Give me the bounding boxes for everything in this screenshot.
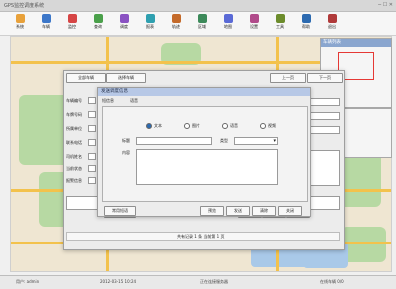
toolbar-label: 查询	[94, 24, 102, 29]
toolbar-button-6[interactable]: 轨迹	[164, 14, 188, 34]
map-icon	[223, 14, 233, 23]
toolbar-button-10[interactable]: 工具	[268, 14, 292, 34]
row-label: 联系电话	[66, 140, 82, 145]
title-label: 标题	[122, 138, 130, 143]
top-btn-select[interactable]: 选择车辆	[106, 73, 146, 83]
settings-icon	[249, 14, 259, 23]
toolbar-button-5[interactable]: 报表	[138, 14, 162, 34]
tab-sms[interactable]: 短信息	[102, 98, 114, 104]
type-label: 类型	[220, 138, 228, 143]
row-field[interactable]	[88, 177, 96, 184]
content-label: 内容	[122, 150, 130, 155]
radio-option[interactable]: 图片	[184, 123, 200, 129]
row-label: 当前状态	[66, 166, 82, 171]
system-icon	[15, 14, 25, 23]
toolbar-button-3[interactable]: 查询	[86, 14, 110, 34]
title-bar: GPS监控调度系统 ─ ☐ ✕	[0, 0, 396, 12]
report-icon	[145, 14, 155, 23]
message-dialog-title: 发送调度信息	[98, 88, 310, 96]
toolbar-label: 地图	[224, 24, 232, 29]
row-label: 车辆编号	[66, 98, 82, 103]
window-controls[interactable]: ─ ☐ ✕	[378, 2, 393, 8]
row-field[interactable]	[88, 165, 96, 172]
row-field[interactable]	[88, 153, 96, 160]
footer-text: 共有记录 1 条 当前第 1 页	[177, 234, 225, 239]
row-label: 所属单位	[66, 126, 82, 131]
toolbar-label: 报表	[146, 24, 154, 29]
status-state: 正在连接服务器	[200, 279, 228, 284]
footer-bar: 共有记录 1 条 当前第 1 页	[66, 232, 340, 241]
toolbar-label: 设置	[250, 24, 258, 29]
toolbar-label: 调度	[120, 24, 128, 29]
message-button-3[interactable]: 关闭	[278, 206, 302, 216]
content-textarea[interactable]	[136, 149, 278, 185]
toolbar-button-11[interactable]: 帮助	[294, 14, 318, 34]
status-user: 用户: admin	[16, 279, 40, 284]
row-field[interactable]	[88, 139, 96, 146]
status-msg: 在线车辆 0/0	[320, 279, 344, 284]
type-select[interactable]: ▾	[234, 137, 278, 145]
toolbar-button-1[interactable]: 车辆	[34, 14, 58, 34]
tools-icon	[275, 14, 285, 23]
radio-icon	[260, 123, 266, 129]
toolbar-label: 车辆	[42, 24, 50, 29]
toolbar-label: 区域	[198, 24, 206, 29]
region-icon	[197, 14, 207, 23]
top-btn-all[interactable]: 全部车辆	[66, 73, 106, 83]
dispatch-icon	[119, 14, 129, 23]
row-field[interactable]	[88, 111, 96, 118]
right-field-2[interactable]	[310, 112, 340, 120]
toolbar-button-4[interactable]: 调度	[112, 14, 136, 34]
radio-label: 图片	[192, 123, 200, 128]
chevron-down-icon: ▾	[273, 138, 276, 144]
car-icon	[41, 14, 51, 23]
radio-icon	[146, 123, 152, 129]
query-icon	[93, 14, 103, 23]
common-phrase-button[interactable]: 常用短语	[104, 206, 136, 216]
title-input[interactable]	[136, 137, 212, 145]
toolbar-button-7[interactable]: 区域	[190, 14, 214, 34]
radio-icon	[222, 123, 228, 129]
prev-page-button[interactable]: 上一页	[270, 73, 306, 83]
toolbar-label: 退出	[328, 24, 336, 29]
toolbar-label: 监控	[68, 24, 76, 29]
radio-option[interactable]: 语音	[222, 123, 238, 129]
message-button-1[interactable]: 发送	[226, 206, 250, 216]
row-field[interactable]	[88, 97, 96, 104]
row-label: 报警信息	[66, 178, 82, 183]
message-button-0[interactable]: 预览	[200, 206, 224, 216]
row-label: 司机姓名	[66, 154, 82, 159]
toolbar-button-9[interactable]: 设置	[242, 14, 266, 34]
radio-label: 文本	[154, 123, 162, 128]
radio-label: 视频	[268, 123, 276, 128]
right-field-3[interactable]	[310, 126, 340, 134]
radio-icon	[184, 123, 190, 129]
track-icon	[171, 14, 181, 23]
exit-icon	[327, 14, 337, 23]
toolbar-label: 帮助	[302, 24, 310, 29]
right-field-4[interactable]	[310, 150, 340, 186]
monitor-icon	[67, 14, 77, 23]
message-button-2[interactable]: 清除	[252, 206, 276, 216]
toolbar-label: 轨迹	[172, 24, 180, 29]
toolbar-button-0[interactable]: 系统	[8, 14, 32, 34]
toolbar-button-12[interactable]: 退出	[320, 14, 344, 34]
window-title: GPS监控调度系统	[4, 3, 45, 9]
help-icon	[301, 14, 311, 23]
row-field[interactable]	[88, 125, 96, 132]
radio-label: 语音	[230, 123, 238, 128]
toolbar-button-8[interactable]: 地图	[216, 14, 240, 34]
panel-title: 车辆列表	[321, 39, 391, 47]
radio-option[interactable]: 文本	[146, 123, 162, 129]
status-time: 2012-03-15 10:24	[100, 279, 137, 284]
tab-voice[interactable]: 语音	[130, 98, 138, 104]
radio-option[interactable]: 视频	[260, 123, 276, 129]
toolbar-button-2[interactable]: 监控	[60, 14, 84, 34]
right-field-1[interactable]	[310, 98, 340, 106]
toolbar-label: 工具	[276, 24, 284, 29]
row-label: 车牌号码	[66, 112, 82, 117]
toolbar-label: 系统	[16, 24, 24, 29]
next-page-button[interactable]: 下一页	[307, 73, 343, 83]
